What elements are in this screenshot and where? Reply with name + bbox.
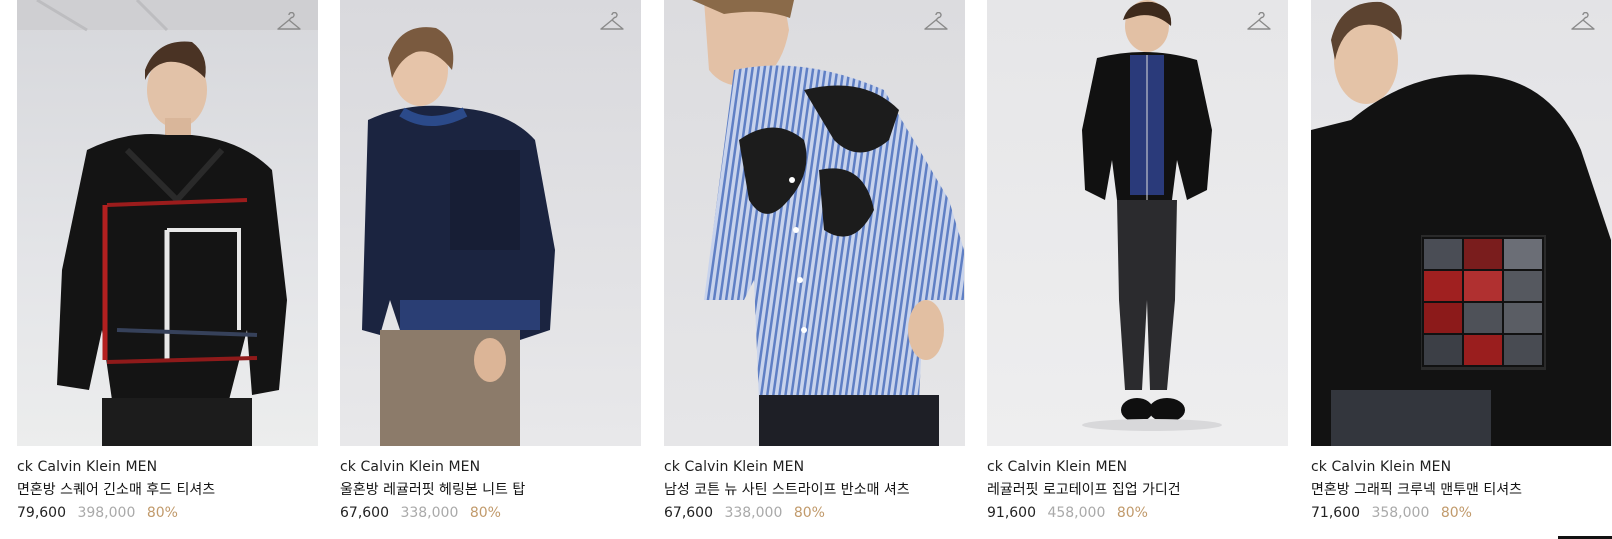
original-price: 338,000	[400, 505, 459, 521]
product-image[interactable]	[17, 0, 318, 446]
product-image[interactable]	[340, 0, 641, 446]
product-name[interactable]: 면혼방 스퀘어 긴소매 후드 티셔츠	[17, 481, 318, 499]
product-name[interactable]: 면혼방 그래픽 크루넥 맨투맨 티셔츠	[1311, 481, 1612, 499]
original-price: 358,000	[1371, 505, 1430, 521]
product-card[interactable]: ck Calvin Klein MEN 면혼방 그래픽 크루넥 맨투맨 티셔츠 …	[1311, 0, 1612, 522]
product-brand[interactable]: ck Calvin Klein MEN	[1311, 458, 1612, 476]
price-row: 79,600 398,000 80%	[17, 504, 318, 522]
product-brand[interactable]: ck Calvin Klein MEN	[17, 458, 318, 476]
product-card[interactable]: ck Calvin Klein MEN 레귤러핏 로고테이프 집업 가디건 91…	[987, 0, 1288, 522]
original-price: 398,000	[77, 505, 136, 521]
product-image[interactable]	[664, 0, 965, 446]
price-row: 71,600 358,000 80%	[1311, 504, 1612, 522]
discount-rate: 80%	[793, 505, 825, 521]
discount-rate: 80%	[1116, 505, 1148, 521]
sale-price: 67,600	[340, 505, 389, 521]
model-photo	[692, 0, 964, 446]
product-card[interactable]: ck Calvin Klein MEN 울혼방 레귤러핏 헤링본 니트 탑 67…	[340, 0, 641, 522]
product-grid: ck Calvin Klein MEN 면혼방 스퀘어 긴소매 후드 티셔츠 7…	[0, 0, 1612, 539]
discount-rate: 80%	[469, 505, 501, 521]
product-card[interactable]: ck Calvin Klein MEN 남성 코튼 뉴 사틴 스트라이프 반소매…	[664, 0, 965, 522]
hanger-icon[interactable]	[1246, 12, 1272, 34]
discount-rate: 80%	[146, 505, 178, 521]
sale-price: 91,600	[987, 505, 1036, 521]
original-price: 338,000	[724, 505, 783, 521]
model-photo	[1311, 1, 1611, 446]
product-info: ck Calvin Klein MEN 면혼방 스퀘어 긴소매 후드 티셔츠 7…	[17, 446, 318, 522]
model-photo	[1082, 0, 1222, 431]
product-brand[interactable]: ck Calvin Klein MEN	[664, 458, 965, 476]
model-photo	[17, 0, 318, 446]
hanger-icon[interactable]	[1570, 12, 1596, 34]
sale-price: 79,600	[17, 505, 66, 521]
hanger-icon[interactable]	[923, 12, 949, 34]
original-price: 458,000	[1047, 505, 1106, 521]
price-row: 67,600 338,000 80%	[664, 504, 965, 522]
sale-price: 71,600	[1311, 505, 1360, 521]
product-name[interactable]: 울혼방 레귤러핏 헤링본 니트 탑	[340, 481, 641, 499]
product-brand[interactable]: ck Calvin Klein MEN	[987, 458, 1288, 476]
product-info: ck Calvin Klein MEN 남성 코튼 뉴 사틴 스트라이프 반소매…	[664, 446, 965, 522]
price-row: 91,600 458,000 80%	[987, 504, 1288, 522]
discount-rate: 80%	[1440, 505, 1472, 521]
sale-price: 67,600	[664, 505, 713, 521]
product-image[interactable]	[1311, 0, 1612, 446]
product-info: ck Calvin Klein MEN 면혼방 그래픽 크루넥 맨투맨 티셔츠 …	[1311, 446, 1612, 522]
product-name[interactable]: 남성 코튼 뉴 사틴 스트라이프 반소매 셔츠	[664, 481, 965, 499]
hanger-icon[interactable]	[276, 12, 302, 34]
price-row: 67,600 338,000 80%	[340, 504, 641, 522]
hanger-icon[interactable]	[599, 12, 625, 34]
product-image[interactable]	[987, 0, 1288, 446]
model-photo	[362, 27, 555, 446]
product-card[interactable]: ck Calvin Klein MEN 면혼방 스퀘어 긴소매 후드 티셔츠 7…	[17, 0, 318, 522]
product-name[interactable]: 레귤러핏 로고테이프 집업 가디건	[987, 481, 1288, 499]
product-info: ck Calvin Klein MEN 레귤러핏 로고테이프 집업 가디건 91…	[987, 446, 1288, 522]
product-brand[interactable]: ck Calvin Klein MEN	[340, 458, 641, 476]
product-info: ck Calvin Klein MEN 울혼방 레귤러핏 헤링본 니트 탑 67…	[340, 446, 641, 522]
